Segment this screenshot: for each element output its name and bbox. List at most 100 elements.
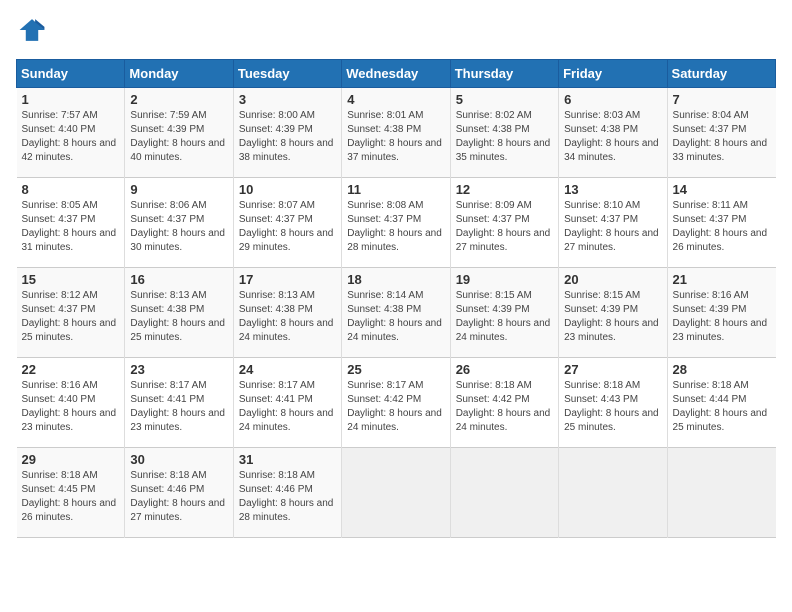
calendar-cell: 13 Sunrise: 8:10 AM Sunset: 4:37 PM Dayl… (559, 178, 667, 268)
calendar-cell: 4 Sunrise: 8:01 AM Sunset: 4:38 PM Dayli… (342, 88, 450, 178)
day-info: Sunrise: 8:03 AM Sunset: 4:38 PM Dayligh… (564, 109, 661, 165)
day-info: Sunrise: 8:16 AM Sunset: 4:39 PM Dayligh… (673, 289, 771, 345)
day-number: 13 (564, 182, 661, 197)
day-number: 30 (130, 452, 227, 467)
day-info: Sunrise: 8:00 AM Sunset: 4:39 PM Dayligh… (239, 109, 336, 165)
day-info: Sunrise: 7:57 AM Sunset: 4:40 PM Dayligh… (22, 109, 120, 165)
calendar-cell: 25 Sunrise: 8:17 AM Sunset: 4:42 PM Dayl… (342, 358, 450, 448)
day-info: Sunrise: 8:17 AM Sunset: 4:41 PM Dayligh… (130, 379, 227, 435)
calendar-cell: 27 Sunrise: 8:18 AM Sunset: 4:43 PM Dayl… (559, 358, 667, 448)
day-number: 23 (130, 362, 227, 377)
day-number: 27 (564, 362, 661, 377)
day-info: Sunrise: 8:06 AM Sunset: 4:37 PM Dayligh… (130, 199, 227, 255)
day-info: Sunrise: 8:18 AM Sunset: 4:43 PM Dayligh… (564, 379, 661, 435)
day-info: Sunrise: 8:09 AM Sunset: 4:37 PM Dayligh… (456, 199, 553, 255)
calendar-cell: 12 Sunrise: 8:09 AM Sunset: 4:37 PM Dayl… (450, 178, 558, 268)
day-number: 7 (673, 92, 771, 107)
calendar-cell: 21 Sunrise: 8:16 AM Sunset: 4:39 PM Dayl… (667, 268, 775, 358)
logo-icon (18, 16, 46, 44)
calendar-cell: 11 Sunrise: 8:08 AM Sunset: 4:37 PM Dayl… (342, 178, 450, 268)
column-header-thursday: Thursday (450, 60, 558, 88)
calendar-cell: 18 Sunrise: 8:14 AM Sunset: 4:38 PM Dayl… (342, 268, 450, 358)
page-header (16, 16, 776, 49)
day-info: Sunrise: 8:18 AM Sunset: 4:45 PM Dayligh… (22, 469, 120, 525)
calendar-week-4: 22 Sunrise: 8:16 AM Sunset: 4:40 PM Dayl… (17, 358, 776, 448)
day-info: Sunrise: 8:17 AM Sunset: 4:41 PM Dayligh… (239, 379, 336, 435)
day-info: Sunrise: 8:14 AM Sunset: 4:38 PM Dayligh… (347, 289, 444, 345)
calendar-week-1: 1 Sunrise: 7:57 AM Sunset: 4:40 PM Dayli… (17, 88, 776, 178)
calendar-cell: 6 Sunrise: 8:03 AM Sunset: 4:38 PM Dayli… (559, 88, 667, 178)
calendar-cell: 7 Sunrise: 8:04 AM Sunset: 4:37 PM Dayli… (667, 88, 775, 178)
day-number: 15 (22, 272, 120, 287)
day-number: 21 (673, 272, 771, 287)
day-info: Sunrise: 8:16 AM Sunset: 4:40 PM Dayligh… (22, 379, 120, 435)
day-info: Sunrise: 8:11 AM Sunset: 4:37 PM Dayligh… (673, 199, 771, 255)
day-info: Sunrise: 8:04 AM Sunset: 4:37 PM Dayligh… (673, 109, 771, 165)
day-info: Sunrise: 8:01 AM Sunset: 4:38 PM Dayligh… (347, 109, 444, 165)
calendar-cell: 9 Sunrise: 8:06 AM Sunset: 4:37 PM Dayli… (125, 178, 233, 268)
column-header-monday: Monday (125, 60, 233, 88)
column-header-tuesday: Tuesday (233, 60, 341, 88)
logo (16, 16, 46, 49)
day-number: 12 (456, 182, 553, 197)
day-info: Sunrise: 8:05 AM Sunset: 4:37 PM Dayligh… (22, 199, 120, 255)
calendar-cell: 17 Sunrise: 8:13 AM Sunset: 4:38 PM Dayl… (233, 268, 341, 358)
calendar-cell: 14 Sunrise: 8:11 AM Sunset: 4:37 PM Dayl… (667, 178, 775, 268)
day-info: Sunrise: 8:07 AM Sunset: 4:37 PM Dayligh… (239, 199, 336, 255)
calendar-cell: 20 Sunrise: 8:15 AM Sunset: 4:39 PM Dayl… (559, 268, 667, 358)
column-header-wednesday: Wednesday (342, 60, 450, 88)
calendar-cell: 16 Sunrise: 8:13 AM Sunset: 4:38 PM Dayl… (125, 268, 233, 358)
day-number: 1 (22, 92, 120, 107)
calendar-cell (450, 448, 558, 538)
day-number: 4 (347, 92, 444, 107)
calendar-cell: 28 Sunrise: 8:18 AM Sunset: 4:44 PM Dayl… (667, 358, 775, 448)
day-number: 31 (239, 452, 336, 467)
calendar-cell: 26 Sunrise: 8:18 AM Sunset: 4:42 PM Dayl… (450, 358, 558, 448)
calendar-cell (559, 448, 667, 538)
day-number: 26 (456, 362, 553, 377)
calendar-cell: 10 Sunrise: 8:07 AM Sunset: 4:37 PM Dayl… (233, 178, 341, 268)
day-number: 8 (22, 182, 120, 197)
day-number: 6 (564, 92, 661, 107)
day-number: 2 (130, 92, 227, 107)
day-number: 29 (22, 452, 120, 467)
day-info: Sunrise: 8:15 AM Sunset: 4:39 PM Dayligh… (456, 289, 553, 345)
calendar-table: SundayMondayTuesdayWednesdayThursdayFrid… (16, 59, 776, 538)
calendar-cell: 31 Sunrise: 8:18 AM Sunset: 4:46 PM Dayl… (233, 448, 341, 538)
day-info: Sunrise: 8:13 AM Sunset: 4:38 PM Dayligh… (130, 289, 227, 345)
day-number: 18 (347, 272, 444, 287)
day-number: 28 (673, 362, 771, 377)
day-number: 9 (130, 182, 227, 197)
day-info: Sunrise: 8:13 AM Sunset: 4:38 PM Dayligh… (239, 289, 336, 345)
calendar-week-3: 15 Sunrise: 8:12 AM Sunset: 4:37 PM Dayl… (17, 268, 776, 358)
day-info: Sunrise: 8:08 AM Sunset: 4:37 PM Dayligh… (347, 199, 444, 255)
calendar-cell: 3 Sunrise: 8:00 AM Sunset: 4:39 PM Dayli… (233, 88, 341, 178)
day-info: Sunrise: 8:10 AM Sunset: 4:37 PM Dayligh… (564, 199, 661, 255)
day-info: Sunrise: 8:15 AM Sunset: 4:39 PM Dayligh… (564, 289, 661, 345)
day-number: 5 (456, 92, 553, 107)
calendar-cell: 15 Sunrise: 8:12 AM Sunset: 4:37 PM Dayl… (17, 268, 125, 358)
calendar-cell: 1 Sunrise: 7:57 AM Sunset: 4:40 PM Dayli… (17, 88, 125, 178)
calendar-cell: 8 Sunrise: 8:05 AM Sunset: 4:37 PM Dayli… (17, 178, 125, 268)
day-number: 25 (347, 362, 444, 377)
column-header-friday: Friday (559, 60, 667, 88)
day-info: Sunrise: 7:59 AM Sunset: 4:39 PM Dayligh… (130, 109, 227, 165)
calendar-cell: 23 Sunrise: 8:17 AM Sunset: 4:41 PM Dayl… (125, 358, 233, 448)
day-number: 22 (22, 362, 120, 377)
day-number: 10 (239, 182, 336, 197)
calendar-cell (342, 448, 450, 538)
calendar-cell: 22 Sunrise: 8:16 AM Sunset: 4:40 PM Dayl… (17, 358, 125, 448)
day-number: 19 (456, 272, 553, 287)
day-number: 14 (673, 182, 771, 197)
calendar-cell: 5 Sunrise: 8:02 AM Sunset: 4:38 PM Dayli… (450, 88, 558, 178)
day-info: Sunrise: 8:18 AM Sunset: 4:44 PM Dayligh… (673, 379, 771, 435)
day-number: 24 (239, 362, 336, 377)
day-info: Sunrise: 8:18 AM Sunset: 4:46 PM Dayligh… (130, 469, 227, 525)
day-number: 3 (239, 92, 336, 107)
day-info: Sunrise: 8:17 AM Sunset: 4:42 PM Dayligh… (347, 379, 444, 435)
calendar-cell: 29 Sunrise: 8:18 AM Sunset: 4:45 PM Dayl… (17, 448, 125, 538)
calendar-cell: 30 Sunrise: 8:18 AM Sunset: 4:46 PM Dayl… (125, 448, 233, 538)
calendar-cell: 2 Sunrise: 7:59 AM Sunset: 4:39 PM Dayli… (125, 88, 233, 178)
day-info: Sunrise: 8:12 AM Sunset: 4:37 PM Dayligh… (22, 289, 120, 345)
day-number: 16 (130, 272, 227, 287)
